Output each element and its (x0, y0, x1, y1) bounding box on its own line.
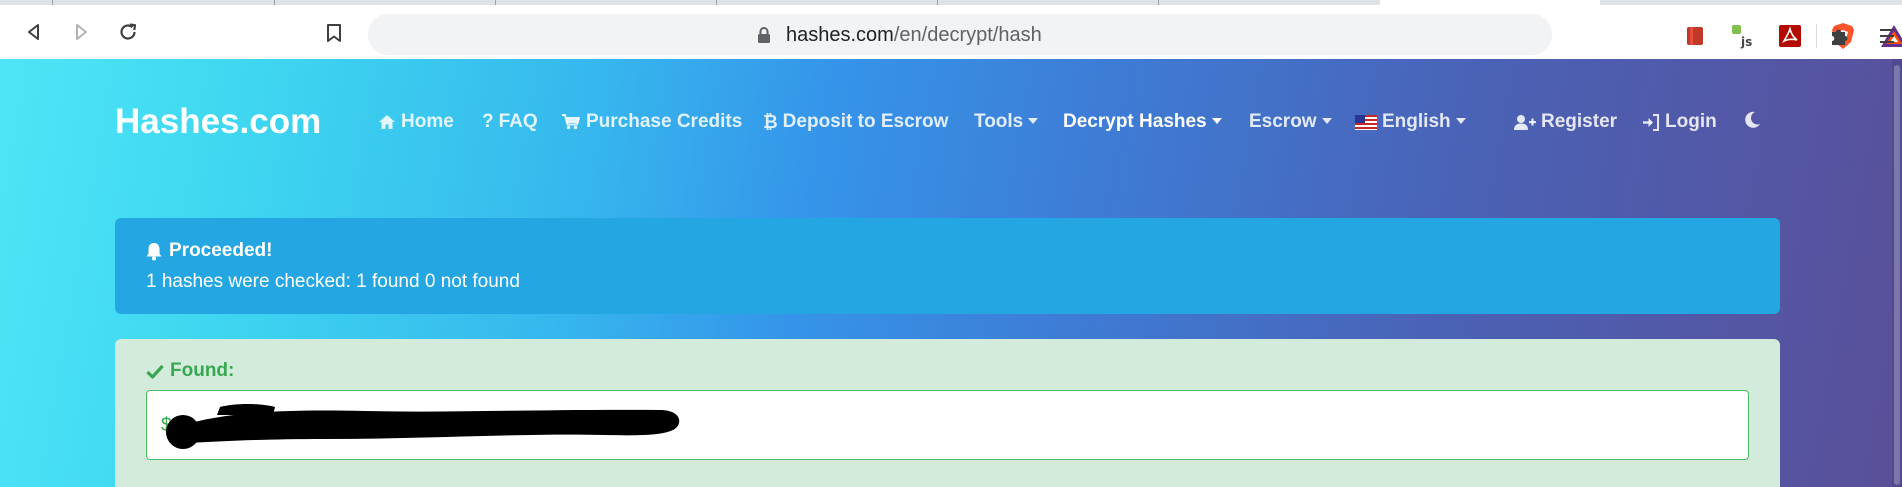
chevron-down-icon (1028, 118, 1039, 124)
us-flag-icon (1355, 114, 1377, 130)
back-icon (28, 24, 39, 40)
address-bar[interactable]: hashes.com/en/decrypt/hash (368, 14, 1902, 55)
nav-login-label: Login (1665, 111, 1717, 132)
nav-purchase-credits[interactable]: Purchase Credits (561, 111, 742, 133)
nav-faq[interactable]: ? FAQ (482, 111, 538, 133)
user-plus-icon (1514, 114, 1536, 131)
bookmark-icon (327, 24, 341, 42)
found-title: Found: (170, 360, 235, 381)
forward-button[interactable] (67, 18, 95, 46)
moon-icon (1743, 111, 1761, 129)
extension-book-icon (1687, 27, 1703, 45)
nav-register-label: Register (1541, 111, 1618, 132)
reload-button[interactable] (114, 18, 142, 46)
extension-pdf-button[interactable] (1777, 23, 1803, 49)
extension-js-icon: js (1732, 25, 1752, 49)
sign-in-icon (1642, 113, 1660, 131)
check-icon (146, 364, 164, 379)
nav-register[interactable]: Register (1514, 111, 1617, 133)
extensions-button[interactable] (1826, 23, 1852, 49)
extension-js-button[interactable]: js (1730, 23, 1756, 49)
nav-tools-label: Tools (974, 111, 1024, 132)
nav-decrypt-dropdown[interactable]: Decrypt Hashes (1063, 111, 1222, 133)
alert-title: Proceeded! (169, 240, 273, 261)
nav-language-dropdown[interactable]: English (1355, 111, 1466, 133)
nav-faq-label: FAQ (498, 111, 538, 132)
svg-text:js: js (1740, 35, 1752, 49)
lock-icon[interactable] (756, 26, 772, 49)
chevron-down-icon (1211, 118, 1222, 124)
home-icon (378, 114, 396, 130)
alert-heading: Proceeded! (145, 240, 272, 262)
nav-deposit-label: Deposit to Escrow (782, 111, 949, 132)
chevron-down-icon (1321, 118, 1332, 124)
redaction-mark (166, 404, 680, 449)
proceeded-alert: Proceeded! 1 hashes were checked: 1 foun… (115, 218, 1780, 314)
page-content: Hashes.com Home ? FAQ Purchase Credits ₿… (0, 59, 1902, 487)
bitcoin-icon: ₿ (763, 111, 778, 132)
nav-language-label: English (1382, 111, 1451, 132)
extension-pdf-icon (1779, 25, 1801, 47)
cart-icon (561, 114, 581, 130)
nav-login[interactable]: Login (1642, 111, 1717, 133)
extensions-puzzle-icon (1832, 29, 1848, 45)
bookmark-button[interactable] (320, 19, 348, 47)
url-host: hashes.com (786, 24, 894, 46)
dark-mode-toggle[interactable] (1743, 111, 1766, 129)
nav-home-label: Home (401, 111, 454, 132)
menu-icon (1880, 29, 1894, 43)
url-path: /en/decrypt/hash (893, 24, 1042, 46)
menu-button[interactable] (1874, 23, 1900, 49)
nav-home[interactable]: Home (378, 111, 454, 133)
extension-book-button[interactable] (1682, 23, 1708, 49)
nav-escrow-label: Escrow (1249, 111, 1317, 132)
found-heading: Found: (146, 360, 234, 382)
found-alert: Found: $ (115, 339, 1780, 487)
back-button[interactable] (20, 18, 48, 46)
nav-tools-dropdown[interactable]: Tools (974, 111, 1039, 133)
omnibox-divider (1816, 24, 1817, 48)
alert-message: 1 hashes were checked: 1 found 0 not fou… (146, 271, 520, 292)
scrollbar-thumb[interactable] (1894, 65, 1900, 485)
question-icon: ? (482, 111, 494, 132)
chevron-down-icon (1455, 118, 1466, 124)
url-text[interactable]: hashes.com/en/decrypt/hash (786, 24, 1042, 47)
bell-icon (145, 242, 163, 261)
site-logo[interactable]: Hashes.com (115, 102, 321, 142)
nav-decrypt-label: Decrypt Hashes (1063, 111, 1207, 132)
nav-escrow-dropdown[interactable]: Escrow (1249, 111, 1332, 133)
page-scrollbar[interactable] (1892, 59, 1902, 487)
reload-icon (120, 23, 137, 40)
nav-purchase-label: Purchase Credits (586, 111, 743, 132)
nav-deposit-escrow[interactable]: ₿ Deposit to Escrow (763, 111, 948, 133)
forward-icon (76, 24, 87, 40)
found-result-field[interactable]: $ (146, 390, 1749, 460)
browser-toolbar: hashes.com/en/decrypt/hash js (0, 5, 1902, 59)
